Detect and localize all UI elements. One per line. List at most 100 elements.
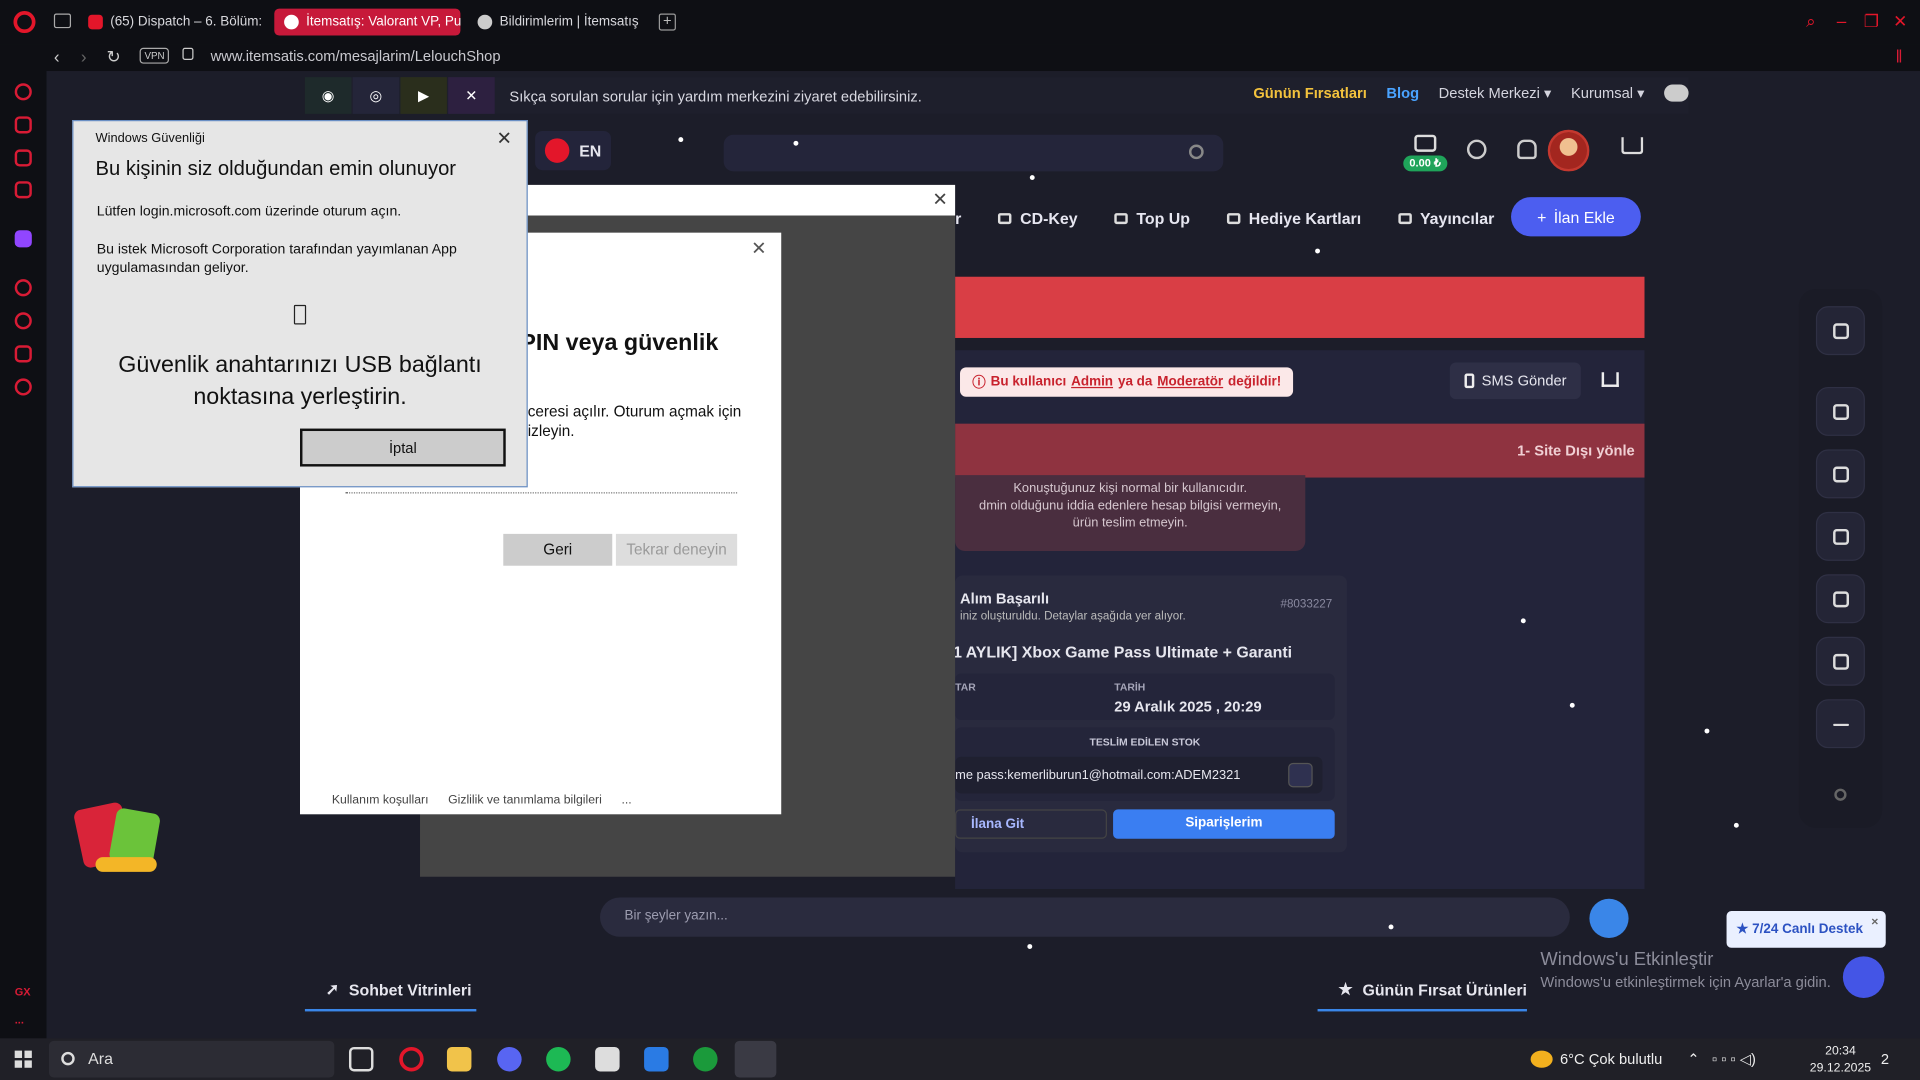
vpn-badge[interactable]: VPN xyxy=(139,47,170,64)
close-window-button[interactable]: ✕ xyxy=(1893,11,1907,32)
privacy-link[interactable]: Gizlilik ve tanımlama bilgileri xyxy=(448,793,602,806)
task-view-icon[interactable] xyxy=(348,1046,374,1072)
opera-gx-icon[interactable] xyxy=(399,1046,424,1072)
close-icon[interactable]: ✕ xyxy=(751,238,766,260)
minimize-button[interactable]: – xyxy=(1837,11,1847,31)
discord-icon[interactable]: ◉ xyxy=(304,77,352,114)
terms-link[interactable]: Kullanım koşulları xyxy=(332,793,429,806)
more-options-icon[interactable]: ... xyxy=(621,793,631,806)
weather-text[interactable]: 6°C Çok bulutlu xyxy=(1560,1051,1662,1068)
instagram-icon[interactable]: ◎ xyxy=(352,77,400,114)
x-icon[interactable]: ✕ xyxy=(448,77,495,114)
sms-button[interactable]: SMS Gönder xyxy=(1449,362,1582,400)
deal-products-title[interactable]: ★ Günün Fırsat Ürünleri xyxy=(1338,980,1527,1000)
tab-notifications[interactable]: Bildirimlerim | İtemsatış xyxy=(468,9,652,36)
xbox-app-active-icon[interactable] xyxy=(734,1040,777,1078)
clock[interactable]: 20:34 29.12.2025 xyxy=(1810,1043,1871,1077)
support-center-link[interactable]: Destek Merkezi ▾ xyxy=(1439,84,1552,101)
lock-icon[interactable] xyxy=(182,47,194,61)
back-icon[interactable]: ‹ xyxy=(54,47,60,67)
chevron-up-icon[interactable]: ⌃ xyxy=(1687,1051,1699,1068)
blog-link[interactable]: Blog xyxy=(1386,84,1419,101)
url-field[interactable]: www.itemsatis.com/mesajlarim/LelouchShop xyxy=(211,48,501,65)
opera-logo-icon[interactable] xyxy=(13,11,36,34)
chat-fab-button[interactable] xyxy=(1842,956,1885,998)
close-icon[interactable]: × xyxy=(1871,916,1878,929)
notification-count[interactable]: 2 xyxy=(1881,1051,1889,1068)
player-icon[interactable] xyxy=(14,279,32,297)
close-icon[interactable]: ✕ xyxy=(496,127,511,150)
extensions-icon[interactable] xyxy=(14,345,32,363)
speed-dial-icon[interactable] xyxy=(14,83,32,101)
xbox-icon[interactable] xyxy=(693,1046,718,1072)
back-button[interactable]: Geri xyxy=(503,533,613,566)
profile-button[interactable] xyxy=(1815,306,1865,356)
store-icon[interactable] xyxy=(644,1046,669,1072)
weather-icon[interactable] xyxy=(1530,1050,1553,1068)
deals-link[interactable]: Günün Fırsatları xyxy=(1253,84,1366,101)
add-button[interactable] xyxy=(1815,699,1865,749)
close-icon[interactable]: ✕ xyxy=(932,189,947,211)
tab-youtube[interactable]: (65) Dispatch – 6. Bölüm: I xyxy=(78,9,262,36)
corporate-link[interactable]: Kurumsal ▾ xyxy=(1571,84,1645,101)
wallet[interactable]: 0.00 ₺ xyxy=(1403,134,1448,172)
chat-input[interactable]: Bir şeyler yazın... xyxy=(600,897,1570,937)
steam-icon[interactable] xyxy=(595,1046,620,1072)
send-button[interactable] xyxy=(1589,898,1629,938)
valorant-promo-image[interactable] xyxy=(72,793,171,879)
forward-icon[interactable]: › xyxy=(81,47,87,67)
cart-icon[interactable] xyxy=(1601,372,1619,387)
maximize-button[interactable]: ❐ xyxy=(1864,11,1879,32)
wallet-button[interactable] xyxy=(1815,636,1865,686)
bell-icon[interactable] xyxy=(1517,139,1537,160)
lightning-button[interactable] xyxy=(1815,449,1865,499)
instagram-button[interactable] xyxy=(1815,386,1865,436)
tab-islands-icon[interactable] xyxy=(53,13,72,29)
browser-tab-bar: (65) Dispatch – 6. Bölüm: I İtemsatış: V… xyxy=(0,0,1920,45)
start-button[interactable] xyxy=(14,1050,32,1068)
ai-icon[interactable] xyxy=(14,116,32,134)
tray-icons[interactable]: ▫ ▫ ▫ ◁) xyxy=(1712,1051,1756,1068)
messages-icon[interactable] xyxy=(1466,139,1487,160)
spotify-icon[interactable] xyxy=(546,1046,571,1072)
search-tabs-icon[interactable]: ⌕ xyxy=(1806,11,1816,32)
file-explorer-icon[interactable] xyxy=(446,1046,472,1072)
go-listing-button[interactable]: İlana Git xyxy=(955,809,1107,839)
windows-security-dialog: Windows Güvenliği ✕ Bu kişinin siz olduğ… xyxy=(72,120,528,488)
sidebar-toggle-icon[interactable]: ‖ xyxy=(1896,47,1903,67)
twitch-icon[interactable] xyxy=(14,230,32,248)
more-icon[interactable]: ... xyxy=(15,1014,24,1026)
my-orders-button[interactable]: Siparişlerim xyxy=(1113,809,1335,839)
retry-button[interactable]: Tekrar deneyin xyxy=(615,533,738,566)
new-tab-button[interactable]: + xyxy=(658,13,676,31)
usb-key-icon xyxy=(293,304,307,325)
gift-button[interactable] xyxy=(1815,511,1865,561)
menu-item-streamers[interactable]: Yayıncılar xyxy=(1397,209,1494,227)
reload-icon[interactable]: ↻ xyxy=(107,47,121,68)
gear-icon[interactable] xyxy=(1834,788,1847,801)
key-button[interactable] xyxy=(1815,574,1865,624)
menu-item-gift-cards[interactable]: Hediye Kartları xyxy=(1226,209,1361,227)
copy-icon[interactable] xyxy=(1288,762,1313,788)
cart-icon[interactable] xyxy=(1621,137,1644,155)
settings-icon[interactable] xyxy=(14,378,32,396)
youtube-icon[interactable]: ▶ xyxy=(400,77,447,114)
tab-itemsatis[interactable]: İtemsatış: Valorant VP, Pub xyxy=(274,8,461,36)
live-support-badge[interactable]: ★ 7/24 Canlı Destek × xyxy=(1726,911,1886,948)
dialog-line: Bu istek Microsoft Corporation tarafında… xyxy=(96,242,457,276)
gx-corner-icon[interactable] xyxy=(14,181,32,199)
showcase-title[interactable]: ➚ Sohbet Vitrinleri xyxy=(326,980,472,1000)
add-listing-button[interactable]: + İlan Ekle xyxy=(1511,197,1641,237)
menu-item[interactable]: r xyxy=(955,209,961,227)
history-icon[interactable] xyxy=(14,312,32,330)
avatar[interactable] xyxy=(1547,129,1590,172)
menu-item-cd-key[interactable]: CD-Key xyxy=(998,209,1078,227)
menu-item-top-up[interactable]: Top Up xyxy=(1114,209,1190,227)
red-banner xyxy=(955,276,1645,338)
cleaner-icon[interactable] xyxy=(14,149,32,167)
discord-icon[interactable] xyxy=(497,1046,522,1072)
language-selector[interactable]: EN xyxy=(535,131,612,171)
cancel-button[interactable]: İptal xyxy=(300,428,506,467)
taskbar-search[interactable]: Ara xyxy=(48,1040,335,1078)
search-input[interactable] xyxy=(723,134,1224,172)
